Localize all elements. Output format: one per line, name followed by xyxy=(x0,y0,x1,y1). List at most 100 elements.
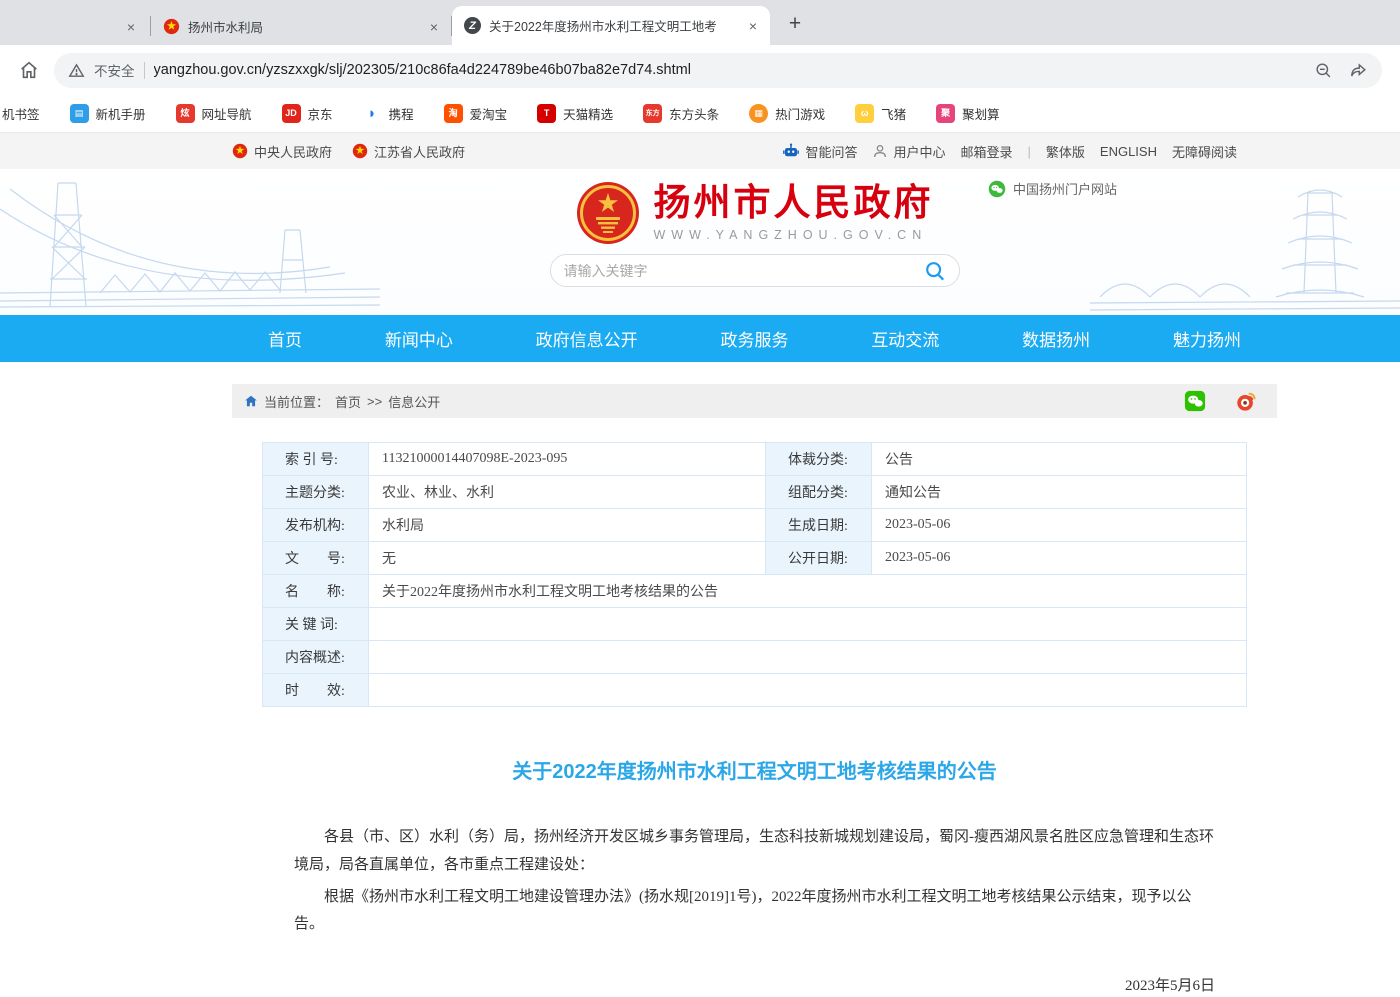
bookmark-item[interactable]: JD京东 xyxy=(267,104,348,123)
main-nav: 首页 新闻中心 政府信息公开 政务服务 互动交流 数据扬州 魅力扬州 xyxy=(0,315,1400,362)
link-smart-qa[interactable]: 智能问答 xyxy=(782,142,857,161)
link-english[interactable]: ENGLISH xyxy=(1100,144,1157,159)
bookmark-label: 聚划算 xyxy=(962,104,1000,123)
link-label: 繁体版 xyxy=(1046,142,1085,161)
gov-top-bar: 中央人民政府 江苏省人民政府 智能问答 用户中心 邮箱登录 | xyxy=(0,133,1400,169)
bookmark-label: 携程 xyxy=(389,104,414,123)
site-url: WWW.YANGZHOU.GOV.CN xyxy=(654,228,934,242)
nav-item-news[interactable]: 新闻中心 xyxy=(385,326,453,351)
bookmark-item[interactable]: 东方东方头条 xyxy=(628,104,734,123)
zoom-out-icon[interactable] xyxy=(1314,61,1333,80)
site-banner: 扬州市人民政府 WWW.YANGZHOU.GOV.CN 中国扬州门户网站 xyxy=(0,169,1400,315)
tab-close-icon[interactable]: × xyxy=(744,17,762,35)
bookmark-label: 京东 xyxy=(308,104,333,123)
site-logo[interactable]: 扬州市人民政府 WWW.YANGZHOU.GOV.CN xyxy=(576,181,934,245)
bookmark-label: 飞猪 xyxy=(881,104,906,123)
meta-value: 无 xyxy=(369,542,766,575)
portal-link[interactable]: 中国扬州门户网站 xyxy=(988,179,1117,198)
meta-table-row: 索 引 号:11321000014407098E-2023-095体裁分类:公告 xyxy=(263,443,1247,476)
link-label: 邮箱登录 xyxy=(960,142,1012,161)
bookmark-item[interactable]: ◗ 携程 xyxy=(348,104,429,123)
link-label: 无障碍阅读 xyxy=(1172,142,1237,161)
link-central-gov[interactable]: 中央人民政府 xyxy=(232,142,332,161)
tab-close-icon[interactable]: × xyxy=(425,18,443,36)
bookmarks-bar: 机书签▤新机手册炫网址导航JD京东◗携程淘爱淘宝T天猫精选东方东方头条▦热门游戏… xyxy=(0,95,1400,133)
address-bar[interactable]: 不安全 yangzhou.gov.cn/yzszxxgk/slj/202305/… xyxy=(54,53,1382,88)
weibo-share-icon[interactable] xyxy=(1235,390,1257,412)
tab-title: 扬州市水利局 xyxy=(188,17,417,36)
search-input[interactable] xyxy=(564,263,924,279)
meta-label: 索 引 号: xyxy=(263,443,369,476)
meta-table-row: 关 键 词: xyxy=(263,608,1247,641)
bookmark-label: 爱淘宝 xyxy=(470,104,508,123)
meta-value: 公告 xyxy=(872,443,1247,476)
gov-emblem-icon xyxy=(163,18,180,35)
bookmark-icon: 炫 xyxy=(176,104,195,123)
content-container: 当前位置： 首页 >> 信息公开 索 引 号:11321000014407098… xyxy=(232,384,1277,997)
meta-label: 时 效: xyxy=(263,674,369,707)
share-icon[interactable] xyxy=(1349,61,1368,80)
article-paragraph: 根据《扬州市水利工程文明工地建设管理办法》(扬水规[2019]1号)，2022年… xyxy=(294,884,1215,940)
security-label[interactable]: 不安全 xyxy=(94,60,135,80)
link-traditional[interactable]: 繁体版 xyxy=(1046,142,1085,161)
site-name: 扬州市人民政府 xyxy=(654,184,934,225)
article-body: 各县（市、区）水利（务）局，扬州经济开发区城乡事务管理局，生态科技新城规划建设局… xyxy=(232,824,1277,997)
nav-item-services[interactable]: 政务服务 xyxy=(720,326,788,351)
bookmark-label: 机书签 xyxy=(2,104,40,123)
meta-label: 关 键 词: xyxy=(263,608,369,641)
breadcrumb-section-link[interactable]: 信息公开 xyxy=(388,392,440,411)
link-label: 江苏省人民政府 xyxy=(374,142,465,161)
search-icon[interactable] xyxy=(924,260,946,282)
meta-table-row: 主题分类:农业、林业、水利组配分类:通知公告 xyxy=(263,476,1247,509)
nav-item-charm[interactable]: 魅力扬州 xyxy=(1173,326,1241,351)
tab-partial[interactable]: × xyxy=(0,8,150,45)
gov-emblem-icon xyxy=(232,143,248,159)
link-label: 用户中心 xyxy=(893,142,945,161)
bookmark-item[interactable]: ▦热门游戏 xyxy=(734,104,840,123)
article-date: 2023年5月6日 xyxy=(294,973,1215,997)
url-text[interactable]: yangzhou.gov.cn/yzszxxgk/slj/202305/210c… xyxy=(154,62,1306,78)
gov-emblem-icon xyxy=(352,143,368,159)
meta-label: 体裁分类: xyxy=(766,443,872,476)
meta-value: 水利局 xyxy=(369,509,766,542)
bookmark-item[interactable]: 淘爱淘宝 xyxy=(429,104,523,123)
home-icon[interactable] xyxy=(18,59,40,81)
warning-icon xyxy=(68,62,85,79)
robot-icon xyxy=(782,142,800,160)
tab-title: 关于2022年度扬州市水利工程文明工地考 xyxy=(489,16,736,35)
link-mail-login[interactable]: 邮箱登录 xyxy=(960,142,1012,161)
link-accessibility[interactable]: 无障碍阅读 xyxy=(1172,142,1237,161)
breadcrumb-home-link[interactable]: 首页 xyxy=(335,392,361,411)
meta-value xyxy=(369,641,1247,674)
nav-item-info-disclosure[interactable]: 政府信息公开 xyxy=(536,326,638,351)
nav-item-home[interactable]: 首页 xyxy=(268,326,302,351)
link-jiangsu-gov[interactable]: 江苏省人民政府 xyxy=(352,142,465,161)
omnibox-divider xyxy=(144,62,145,79)
tab-close-icon[interactable]: × xyxy=(122,18,140,36)
search-bar xyxy=(550,254,960,287)
bookmark-item[interactable]: 聚聚划算 xyxy=(921,104,1015,123)
nav-item-data[interactable]: 数据扬州 xyxy=(1022,326,1090,351)
bookmark-item[interactable]: 机书签 xyxy=(0,104,55,123)
meta-label: 生成日期: xyxy=(766,509,872,542)
meta-table-row: 时 效: xyxy=(263,674,1247,707)
new-tab-button[interactable]: + xyxy=(780,9,810,39)
bookmark-item[interactable]: 炫网址导航 xyxy=(161,104,267,123)
bookmark-item[interactable]: T天猫精选 xyxy=(522,104,628,123)
meta-value: 关于2022年度扬州市水利工程文明工地考核结果的公告 xyxy=(369,575,1247,608)
bookmark-icon: 淘 xyxy=(444,104,463,123)
browser-toolbar: 不安全 yangzhou.gov.cn/yzszxxgk/slj/202305/… xyxy=(0,45,1400,95)
tab-shuiliju[interactable]: 扬州市水利局 × xyxy=(151,8,451,45)
link-label: ENGLISH xyxy=(1100,144,1157,159)
document-meta-table: 索 引 号:11321000014407098E-2023-095体裁分类:公告… xyxy=(262,442,1247,707)
tab-active-announcement[interactable]: Z 关于2022年度扬州市水利工程文明工地考 × xyxy=(452,6,770,45)
article-title: 关于2022年度扬州市水利工程文明工地考核结果的公告 xyxy=(232,755,1277,784)
wechat-share-icon[interactable] xyxy=(1184,390,1206,412)
breadcrumb: 当前位置： 首页 >> 信息公开 xyxy=(232,384,1277,418)
nav-item-interaction[interactable]: 互动交流 xyxy=(871,326,939,351)
bookmark-icon: ◗ xyxy=(363,104,382,123)
bookmark-item[interactable]: ω飞猪 xyxy=(840,104,921,123)
bookmark-item[interactable]: ▤新机手册 xyxy=(55,104,161,123)
meta-table-body: 索 引 号:11321000014407098E-2023-095体裁分类:公告… xyxy=(263,443,1247,707)
link-user-center[interactable]: 用户中心 xyxy=(872,142,945,161)
